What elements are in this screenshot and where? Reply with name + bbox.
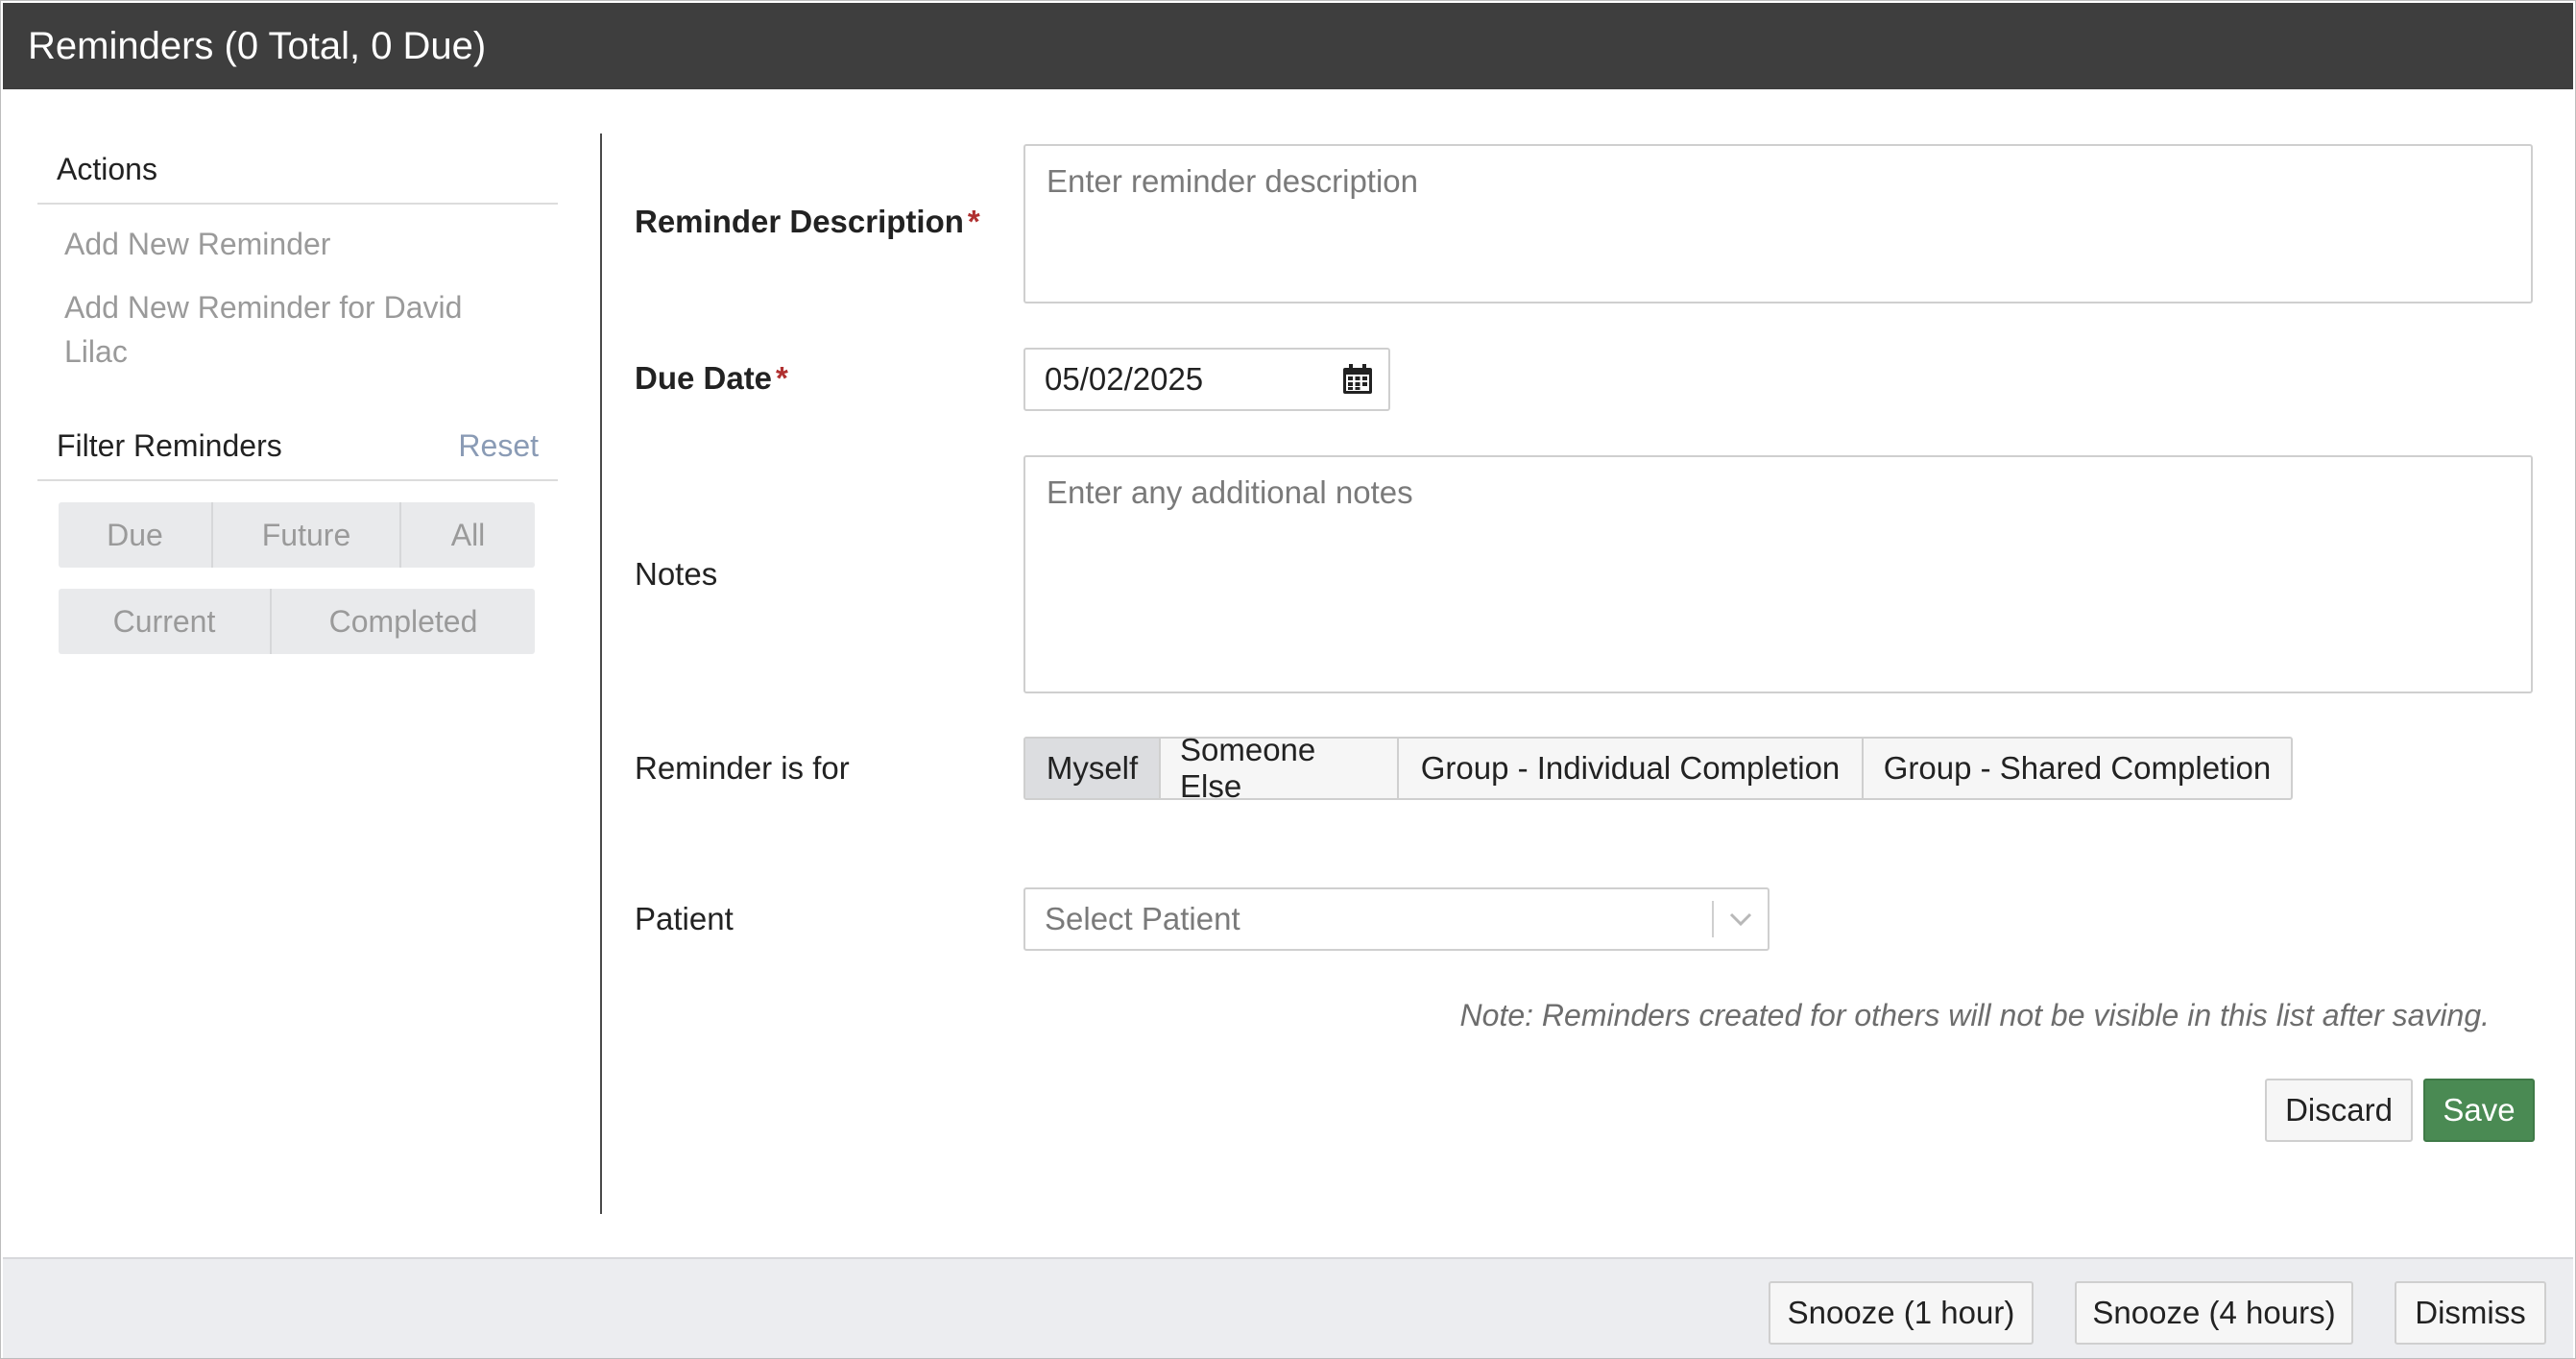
filter-status-group: Current Completed [59,589,535,654]
dialog-title: Reminders (0 Total, 0 Due) [3,3,2573,89]
visibility-note: Note: Reminders created for others will … [1459,998,2490,1032]
save-button[interactable]: Save [2423,1079,2535,1142]
patient-placeholder: Select Patient [1045,901,1240,936]
filter-completed-button[interactable]: Completed [272,589,535,654]
notes-placeholder: Enter any additional notes [1047,474,1413,510]
filter-current-button[interactable]: Current [59,589,272,654]
filter-heading: Filter Reminders Reset [37,412,558,481]
filter-due-button[interactable]: Due [59,502,213,568]
description-placeholder: Enter reminder description [1047,163,1419,199]
option-myself[interactable]: Myself [1025,739,1161,798]
reset-filter-link[interactable]: Reset [458,428,539,464]
option-group-shared[interactable]: Group - Shared Completion [1864,739,2291,798]
notes-input[interactable]: Enter any additional notes [1023,455,2533,693]
actions-heading: Actions [37,135,558,205]
actions-heading-label: Actions [57,151,157,186]
required-marker: * [967,204,980,239]
filter-all-button[interactable]: All [401,502,535,568]
due-date-label-text: Due Date [635,360,773,396]
due-date-value: 05/02/2025 [1045,361,1204,397]
reminders-dialog: Reminders (0 Total, 0 Due) Actions Add N… [0,0,2576,1359]
patient-select[interactable]: Select Patient [1023,887,1769,951]
patient-label: Patient [635,901,734,936]
sidebar: Actions Add New Reminder Add New Reminde… [37,135,558,675]
filter-groups: Due Future All Current Completed [37,481,558,654]
filter-heading-label: Filter Reminders [57,427,282,463]
panel-divider [600,133,602,1214]
option-someone-else[interactable]: Someone Else [1161,732,1399,804]
snooze-4-hours-button[interactable]: Snooze (4 hours) [2075,1281,2353,1345]
filter-future-button[interactable]: Future [213,502,401,568]
discard-button[interactable]: Discard [2265,1079,2413,1142]
due-date-label: Due Date * [635,360,788,397]
required-marker: * [776,360,788,396]
filter-timeframe-group: Due Future All [59,502,535,568]
reminder-for-toggle: Myself Someone Else Group - Individual C… [1023,732,2293,804]
option-group-individual[interactable]: Group - Individual Completion [1399,739,1864,798]
notes-label: Notes [635,556,718,592]
chevron-down-icon[interactable] [1714,888,1768,950]
description-input[interactable]: Enter reminder description [1023,144,2533,303]
due-date-input[interactable]: 05/02/2025 [1023,348,1390,411]
actions-list: Add New Reminder Add New Reminder for Da… [37,205,558,412]
description-label: Reminder Description * [635,204,980,240]
dismiss-button[interactable]: Dismiss [2395,1281,2546,1345]
add-new-reminder-for-patient-link[interactable]: Add New Reminder for David Lilac [64,285,487,374]
reminder-for-label: Reminder is for [635,750,850,786]
snooze-1-hour-button[interactable]: Snooze (1 hour) [1769,1281,2034,1345]
add-new-reminder-link[interactable]: Add New Reminder [64,222,531,266]
calendar-icon[interactable] [1340,362,1375,397]
description-label-text: Reminder Description [635,204,964,239]
